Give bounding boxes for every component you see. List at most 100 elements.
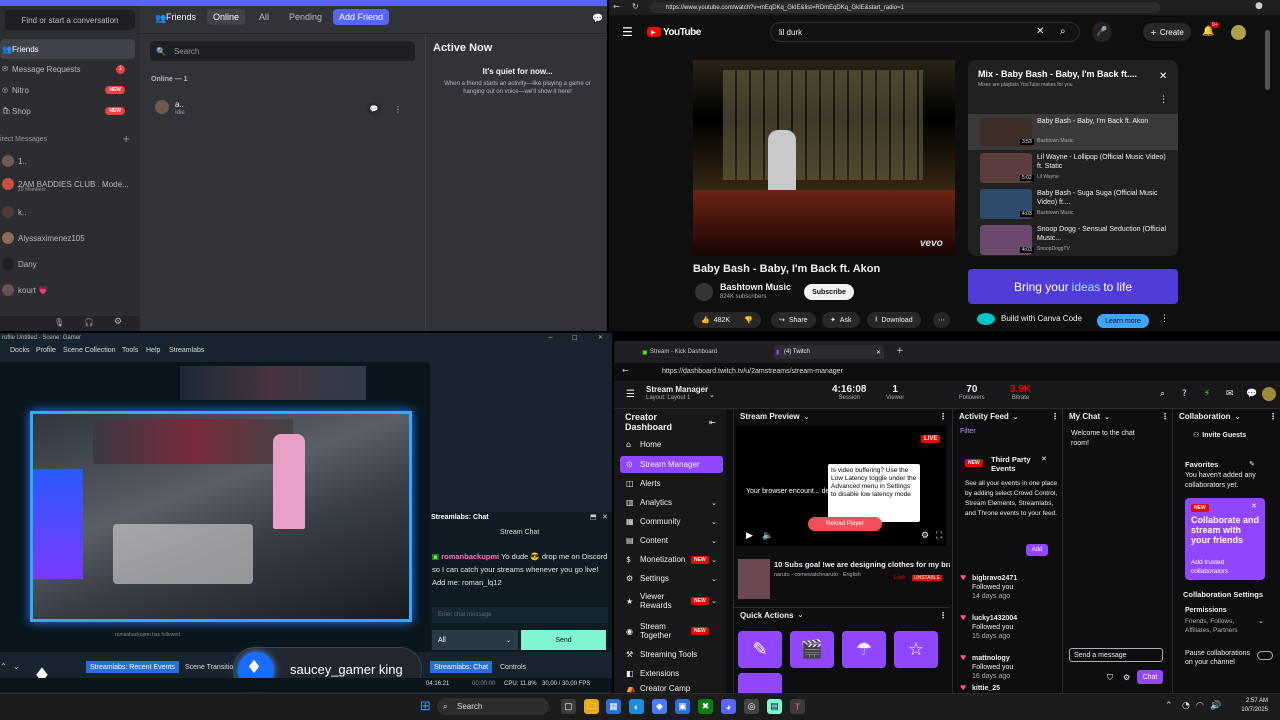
collapse-icon[interactable]: ⇤ [709,418,716,427]
close-icon[interactable]: ✕ [1251,502,1257,510]
collab-promo-card[interactable]: NEW ✕ Collaborate and stream with your f… [1185,498,1265,580]
share-button[interactable]: ↪ Share [771,312,816,328]
tab-twitch[interactable]: ▮ (4) Twitch ✕ [774,345,884,359]
chat-input[interactable]: Enter chat message [432,607,608,623]
menu-tools[interactable]: Tools [122,347,138,354]
activity-event[interactable]: ♥ lucky1432004 Followed you 15 days ago [960,614,1060,641]
tray-chevron-icon[interactable]: ⌃ [1165,701,1173,711]
sidebar-item-viewer-rewards[interactable]: ★ Viewer Rewards NEW ⌄ [620,590,723,612]
headphones-icon[interactable]: 🎧 [84,318,94,327]
scrollbar[interactable] [1265,30,1270,90]
activity-event[interactable]: ♥kittie_25Followed [960,684,1060,693]
bolt-icon[interactable]: ⚡ [1204,389,1210,399]
friend-search-input[interactable]: 🔍 Search [150,41,415,61]
chevron-down-icon[interactable]: ⌄ [709,391,715,399]
menu-help[interactable]: Help [146,347,160,354]
collapse-icon[interactable]: ⌄ [13,662,20,671]
dm-item[interactable]: kourt 💗 [0,279,135,301]
address-bar[interactable]: https://www.youtube.com/watch?v=mEqDKq_G… [650,2,1160,13]
app-icon[interactable]: ▣ [675,699,690,714]
sidebar-item-home[interactable]: ⌂ Home [620,436,723,453]
menu-docks[interactable]: Docks [10,347,29,354]
chevron-down-icon[interactable]: ⌄ [798,611,804,619]
chat-input[interactable]: Send a message [1069,648,1163,662]
tab-pending[interactable]: Pending [283,9,328,25]
app-icon[interactable]: ◆ [652,699,667,714]
menu-icon[interactable]: ☰ [626,389,635,400]
back-icon[interactable]: ← [613,2,620,11]
playlist-item[interactable]: 5:02 Lil Wayne - Lollipop (Official Music… [980,153,1170,189]
streamlabs-icon[interactable]: ▤ [767,699,782,714]
maximize-icon[interactable]: □ [572,334,578,341]
add-dm-icon[interactable]: + [122,134,130,145]
activity-event[interactable]: ♥ mattnology Followed you 16 days ago [960,654,1060,681]
subscribe-button[interactable]: Subscribe [804,284,854,300]
close-icon[interactable]: ✕ [876,349,881,356]
volume-icon[interactable]: 🔊 [1210,701,1221,711]
search-icon[interactable]: ⌕ [1060,26,1066,37]
webcam-source[interactable] [30,411,412,622]
menu-profile[interactable]: Profile [36,347,56,354]
video-player[interactable]: vevo [693,60,955,255]
sidebar-item-settings[interactable]: ⚙ Settings ⌄ [620,570,723,587]
menu-scene-collection[interactable]: Scene Collection [63,347,116,354]
sidebar-item-shop[interactable]: 🛍 Shop NEW [0,101,135,121]
channel-avatar[interactable] [695,283,713,301]
clear-search-icon[interactable]: ✕ [1036,26,1044,37]
edge-icon[interactable]: ◐ [629,699,644,714]
inbox-icon[interactable]: ✉ [1226,389,1234,399]
tab-all[interactable]: All [253,9,275,25]
learn-more-button[interactable]: Learn more [1097,314,1149,328]
taskbar-search[interactable]: ⌕ Search [437,698,549,715]
edit-icon[interactable]: ✎ [1249,460,1255,468]
add-friend-button[interactable]: Add Friend [333,9,390,25]
dm-item[interactable]: Alyssaximenez105 [0,227,135,249]
play-icon[interactable]: ▶ [746,531,753,541]
store-icon[interactable]: ▦ [606,699,621,714]
more-icon[interactable]: ⋮ [939,412,947,421]
dm-item[interactable]: 1.. [0,150,135,172]
avatar[interactable] [1262,387,1276,401]
ask-button[interactable]: ✦ Ask [822,312,860,328]
filter-link[interactable]: Filter [960,428,976,435]
mic-icon[interactable]: 🎙 [54,318,64,327]
wifi-icon[interactable]: ◠ [1196,701,1204,711]
sidebar-item-monetization[interactable]: $ Monetization NEW ⌄ [620,551,723,568]
more-icon[interactable]: ⋮ [1161,412,1169,421]
tab-kick[interactable]: ▣Stream - Kick Dashboard✕ [640,345,785,359]
reload-icon[interactable]: ↻ [632,2,639,11]
tab-chat[interactable]: Streamlabs: Chat [430,661,493,673]
sidebar-item-stream-manager[interactable]: ⊙ Stream Manager [620,456,723,473]
quick-action-partial[interactable] [738,673,782,693]
dm-item[interactable]: Dany [0,253,135,275]
more-icon[interactable]: ⋮ [1159,95,1168,105]
chevron-down-icon[interactable]: ⌄ [1258,617,1264,625]
chat-target-select[interactable]: All ⌄ [432,630,518,650]
edit-stream-info-button[interactable]: ✎ [738,631,782,668]
clock[interactable]: 2:57 AM 10/7/2025 [1222,697,1268,715]
sidebar-item-streaming-tools[interactable]: ⚒ Streaming Tools [620,646,723,663]
tab-scene-transitions[interactable]: Scene Transitio [181,661,237,673]
fullscreen-icon[interactable]: ⛶ [936,531,942,541]
tag[interactable]: English [843,572,861,578]
permissions-value[interactable]: Friends, Follows, Affiliates, Partners [1185,617,1257,635]
chevron-down-icon[interactable]: ⌄ [1013,413,1019,421]
ad-banner[interactable]: Bring your ideas to life [968,269,1178,304]
youtube-wordmark[interactable]: YouTube [663,27,701,38]
more-icon[interactable]: ⋮ [1160,314,1169,324]
settings-icon[interactable]: ⚙ [921,531,929,541]
sidebar-item-message-requests[interactable]: ✉ Message Requests 1 [0,59,135,79]
chrome-icon[interactable]: ◎ [744,699,759,714]
thumbs-down-icon[interactable]: 👎 [744,316,753,324]
invite-guests-button[interactable]: ⚇ Invite Guests [1193,431,1246,439]
minimize-icon[interactable]: − [548,334,553,341]
download-button[interactable]: ⭳ Download [867,312,921,328]
add-marker-button[interactable]: 🎬 [790,631,834,668]
tab-recent-events[interactable]: Streamlabs: Recent Events [86,661,179,673]
create-button[interactable]: + Create [1143,23,1191,41]
playlist-item[interactable]: 3:53 Baby Bash - Baby, I'm Back ft. Akon B… [980,117,1170,153]
friend-row[interactable]: a.. Idle 💬 ⋮ [145,95,410,123]
popout-icon[interactable]: ⬒ [590,513,597,521]
add-events-button[interactable]: Add [1026,544,1048,556]
profile-icon[interactable]: ● [1255,1,1263,11]
